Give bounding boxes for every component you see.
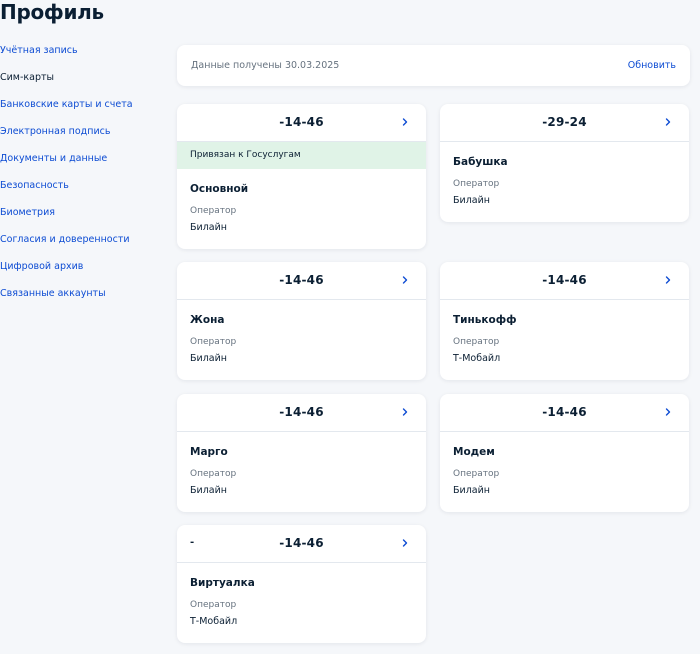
operator-label: Оператор xyxy=(453,337,500,347)
sim-number: -14-46 xyxy=(279,273,324,287)
sidebar-item-consents[interactable]: Согласия и доверенности xyxy=(0,233,170,247)
sim-card-header[interactable]: - -14-46 xyxy=(177,525,426,563)
operator-value: Билайн xyxy=(190,222,227,233)
sidebar-item-biometrics[interactable]: Биометрия xyxy=(0,206,170,220)
sim-card[interactable]: -14-46 Жона Оператор Билайн xyxy=(177,262,426,380)
operator-value: Т-Мобайл xyxy=(190,616,238,627)
operator-value: Т-Мобайл xyxy=(453,353,501,364)
chevron-right-icon[interactable] xyxy=(400,275,410,285)
sim-card-header[interactable]: -14-46 xyxy=(177,394,426,432)
sidebar-item-linked-accounts[interactable]: Связанные аккаунты xyxy=(0,287,170,301)
sim-card[interactable]: -14-46 Модем Оператор Билайн xyxy=(440,394,689,512)
sim-name: Жона xyxy=(190,314,225,326)
data-received-text: Данные получены 30.03.2025 xyxy=(191,60,340,71)
operator-label: Оператор xyxy=(190,206,237,216)
chevron-right-icon[interactable] xyxy=(400,538,410,548)
sim-card[interactable]: -14-46 Марго Оператор Билайн xyxy=(177,394,426,512)
operator-value: Билайн xyxy=(190,485,227,496)
operator-label: Оператор xyxy=(453,469,500,479)
sidebar-item-account[interactable]: Учётная запись xyxy=(0,44,170,58)
sim-card-header[interactable]: -14-46 xyxy=(440,394,689,432)
operator-label: Оператор xyxy=(190,600,237,610)
operator-value: Билайн xyxy=(190,353,227,364)
sim-card-header[interactable]: -14-46 xyxy=(177,262,426,300)
operator-value: Билайн xyxy=(453,485,490,496)
sim-number: -29-24 xyxy=(542,115,587,129)
sidebar-item-documents[interactable]: Документы и данные xyxy=(0,152,170,166)
data-status-bar: Данные получены 30.03.2025 Обновить xyxy=(177,45,690,86)
refresh-button[interactable]: Обновить xyxy=(628,59,676,73)
operator-label: Оператор xyxy=(190,469,237,479)
sim-card[interactable]: - -14-46 Виртуалка Оператор Т-Мобайл xyxy=(177,525,426,643)
sim-name: Марго xyxy=(190,446,228,458)
sim-number: -14-46 xyxy=(542,273,587,287)
chevron-right-icon[interactable] xyxy=(663,275,673,285)
sidebar-item-sim-cards[interactable]: Сим-карты xyxy=(0,71,170,85)
sim-card[interactable]: -14-46 Тинькофф Оператор Т-Мобайл xyxy=(440,262,689,380)
sim-number: -14-46 xyxy=(279,536,324,550)
profile-sidebar: Учётная запись Сим-карты Банковские карт… xyxy=(0,44,170,314)
page-title: Профиль xyxy=(0,0,104,24)
gosuslugi-bound-badge: Привязан к Госуслугам xyxy=(177,142,426,169)
sim-name: Тинькофф xyxy=(453,314,517,326)
operator-value: Билайн xyxy=(453,195,490,206)
sim-name: Бабушка xyxy=(453,156,508,168)
sim-name: Основной xyxy=(190,183,249,195)
sidebar-item-digital-archive[interactable]: Цифровой архив xyxy=(0,260,170,274)
sidebar-item-e-signature[interactable]: Электронная подпись xyxy=(0,125,170,139)
sim-card-header[interactable]: -14-46 xyxy=(177,104,426,142)
chevron-right-icon[interactable] xyxy=(400,117,410,127)
sim-name: Модем xyxy=(453,446,495,458)
chevron-right-icon[interactable] xyxy=(663,407,673,417)
operator-label: Оператор xyxy=(190,337,237,347)
sim-number: -14-46 xyxy=(279,405,324,419)
sim-card[interactable]: -29-24 Бабушка Оператор Билайн xyxy=(440,104,689,222)
sidebar-item-bank-cards[interactable]: Банковские карты и счета xyxy=(0,98,170,112)
sim-number: -14-46 xyxy=(542,405,587,419)
sim-number: -14-46 xyxy=(279,115,324,129)
sim-name: Виртуалка xyxy=(190,577,255,589)
sim-card-header[interactable]: -29-24 xyxy=(440,104,689,142)
chevron-right-icon[interactable] xyxy=(663,117,673,127)
sim-card[interactable]: -14-46 Привязан к Госуслугам Основной Оп… xyxy=(177,104,426,249)
chevron-right-icon[interactable] xyxy=(400,407,410,417)
sim-card-header[interactable]: -14-46 xyxy=(440,262,689,300)
sidebar-item-security[interactable]: Безопасность xyxy=(0,179,170,193)
operator-label: Оператор xyxy=(453,179,500,189)
